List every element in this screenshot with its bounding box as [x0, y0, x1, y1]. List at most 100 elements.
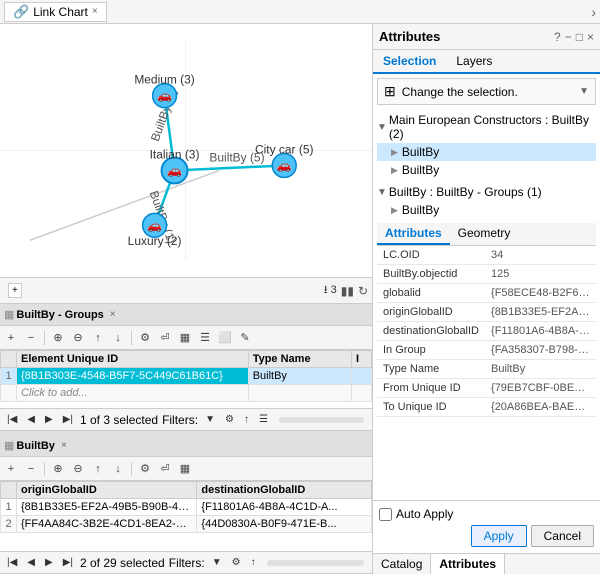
- table2-next-btn[interactable]: ▶: [42, 556, 56, 569]
- attr-row: From Unique ID{79EB7CBF-0BEF-4B9B-8575: [377, 379, 596, 398]
- add-layer-btn[interactable]: +: [8, 283, 22, 298]
- t1-btn6[interactable]: ↓: [109, 329, 127, 347]
- t2-btn7[interactable]: ⚙: [136, 460, 154, 478]
- attr-value: BuiltBy: [485, 360, 596, 379]
- right-footer: Auto Apply Apply Cancel: [373, 500, 600, 553]
- tree-item[interactable]: ▶ BuiltBy: [377, 161, 596, 179]
- t1-btn3[interactable]: ⊕: [49, 329, 67, 347]
- pause-btn[interactable]: ▮▮: [341, 284, 354, 298]
- link-chart-tab[interactable]: 🔗 Link Chart ×: [4, 2, 107, 22]
- table2-filter-btn[interactable]: ▼: [209, 556, 225, 569]
- maximize-icon[interactable]: □: [576, 30, 583, 44]
- table1-col2-header[interactable]: Type Name: [248, 351, 351, 368]
- table2-last-btn[interactable]: ▶|: [60, 556, 76, 569]
- table-row[interactable]: 1 {8B1B303E-4548-B5F7-5C449C61B61C} Buil…: [1, 368, 372, 385]
- table2-col2-header[interactable]: destinationGlobalID: [197, 482, 372, 499]
- tab-layers[interactable]: Layers: [446, 50, 502, 74]
- table1-last-btn[interactable]: ▶|: [60, 413, 76, 426]
- table1-footer: |◀ ◀ ▶ ▶| 1 of 3 selected Filters: ▼ ⚙ ↑…: [0, 408, 372, 430]
- table2-prev-btn[interactable]: ◀: [24, 556, 38, 569]
- panel-close-btn[interactable]: ›: [591, 4, 596, 20]
- tree-collapse-icon[interactable]: ▼: [377, 187, 387, 198]
- attributes-tab[interactable]: Attributes: [431, 554, 505, 574]
- table2-header: ▦ BuiltBy ×: [0, 435, 372, 457]
- t1-btn7[interactable]: ⚙: [136, 329, 154, 347]
- table1-export-btn[interactable]: ↑: [241, 413, 252, 426]
- t1-btn11[interactable]: ⬜: [216, 329, 234, 347]
- table2-close-btn[interactable]: ×: [61, 440, 67, 451]
- t1-btn9[interactable]: ▦: [176, 329, 194, 347]
- t2-btn1[interactable]: +: [2, 460, 20, 478]
- minimize-icon[interactable]: −: [565, 30, 572, 44]
- t1-btn4[interactable]: ⊖: [69, 329, 87, 347]
- tab-attributes[interactable]: Attributes: [377, 223, 450, 245]
- t1-btn8[interactable]: ⏎: [156, 329, 174, 347]
- tab-selection[interactable]: Selection: [373, 50, 446, 74]
- table2-col1-header[interactable]: originGlobalID: [17, 482, 197, 499]
- tree-section1-label: Main European Constructors : BuiltBy (2): [389, 113, 596, 141]
- table1-col1-header[interactable]: Element Unique ID: [17, 351, 249, 368]
- t1-btn2[interactable]: −: [22, 329, 40, 347]
- cancel-button[interactable]: Cancel: [531, 525, 594, 547]
- auto-apply-checkbox-label[interactable]: Auto Apply: [379, 507, 453, 521]
- table1-col3-header[interactable]: I: [352, 351, 372, 368]
- table2-first-btn[interactable]: |◀: [4, 556, 20, 569]
- apply-button[interactable]: Apply: [471, 525, 527, 547]
- auto-apply-label: Auto Apply: [396, 507, 453, 521]
- table1-menu-btn[interactable]: ☰: [256, 413, 271, 426]
- svg-text:🚗: 🚗: [167, 163, 182, 177]
- table-row[interactable]: 2 {FF4AA84C-3B2E-4CD1-8EA2-F79A1F7335C5}…: [1, 516, 372, 533]
- t2-btn8[interactable]: ⏎: [156, 460, 174, 478]
- table1-filter-btn[interactable]: ▼: [202, 413, 218, 426]
- svg-text:🚗: 🚗: [147, 218, 162, 232]
- t1-btn1[interactable]: +: [2, 329, 20, 347]
- catalog-tab[interactable]: Catalog: [373, 554, 431, 574]
- tree-section2-header: ▼ BuiltBy : BuiltBy - Groups (1): [377, 183, 596, 201]
- left-panel: BuiltBy (3) BuiltBy (1) BuiltBy (5) Medi…: [0, 24, 373, 574]
- help-icon[interactable]: ?: [554, 30, 561, 44]
- table1-close-btn[interactable]: ×: [110, 309, 116, 320]
- t2-btn4[interactable]: ⊖: [69, 460, 87, 478]
- table2-settings-btn[interactable]: ⚙: [229, 556, 244, 569]
- svg-text:🚗: 🚗: [157, 89, 172, 103]
- table1-prev-btn[interactable]: ◀: [24, 413, 38, 426]
- table2-scrollbar[interactable]: [267, 560, 364, 566]
- tree-item-arrow-icon: ▶: [391, 147, 398, 158]
- tree-section-2: ▼ BuiltBy : BuiltBy - Groups (1) ▶ Built…: [377, 183, 596, 219]
- tree-item[interactable]: ▶ BuiltBy: [377, 143, 596, 161]
- table1-next-btn[interactable]: ▶: [42, 413, 56, 426]
- t2-btn3[interactable]: ⊕: [49, 460, 67, 478]
- t2-btn6[interactable]: ↓: [109, 460, 127, 478]
- table1-scrollbar[interactable]: [279, 417, 364, 423]
- t1-btn10[interactable]: ☰: [196, 329, 214, 347]
- table1-first-btn[interactable]: |◀: [4, 413, 20, 426]
- table2-export-btn[interactable]: ↑: [248, 556, 259, 569]
- attr-main-tabs: Selection Layers: [373, 50, 600, 74]
- chart-toolbar: + ⭳ 3 ▮▮ ↻: [0, 278, 372, 304]
- t2-btn9[interactable]: ▦: [176, 460, 194, 478]
- auto-apply-checkbox[interactable]: [379, 508, 392, 521]
- close-attr-btn[interactable]: ×: [587, 30, 594, 44]
- row-num: 1: [1, 368, 17, 385]
- t2-btn2[interactable]: −: [22, 460, 40, 478]
- main-container: BuiltBy (3) BuiltBy (1) BuiltBy (5) Medi…: [0, 24, 600, 574]
- tree-collapse-icon[interactable]: ▼: [377, 122, 387, 133]
- table1-settings-btn[interactable]: ⚙: [222, 413, 237, 426]
- tab-close-btn[interactable]: ×: [92, 6, 98, 17]
- attr-key: From Unique ID: [377, 379, 485, 398]
- t1-btn5[interactable]: ↑: [89, 329, 107, 347]
- change-selection-btn[interactable]: ⊞ Change the selection. ▼: [377, 78, 596, 105]
- tab-geometry[interactable]: Geometry: [450, 223, 519, 245]
- tree-section1-header: ▼ Main European Constructors : BuiltBy (…: [377, 111, 596, 143]
- table-row[interactable]: Click to add...: [1, 385, 372, 402]
- attr-value: {20A86BEA-BAE4-4F33-B10: [485, 398, 596, 417]
- table-row[interactable]: 1 {8B1B33E5-EF2A-49B5-B90B-45251C7458E6}…: [1, 499, 372, 516]
- auto-apply-row: Auto Apply: [379, 507, 594, 521]
- refresh-btn[interactable]: ↻: [358, 284, 368, 298]
- svg-text:Italian (3): Italian (3): [150, 147, 200, 161]
- t1-btn12[interactable]: ✎: [236, 329, 254, 347]
- t2-btn5[interactable]: ↑: [89, 460, 107, 478]
- tree-item[interactable]: ▶ BuiltBy: [377, 201, 596, 219]
- attr-row: destinationGlobalID{F11801A6-4B8A-4C1D-A…: [377, 322, 596, 341]
- table1-status: 1 of 3 selected: [80, 413, 158, 427]
